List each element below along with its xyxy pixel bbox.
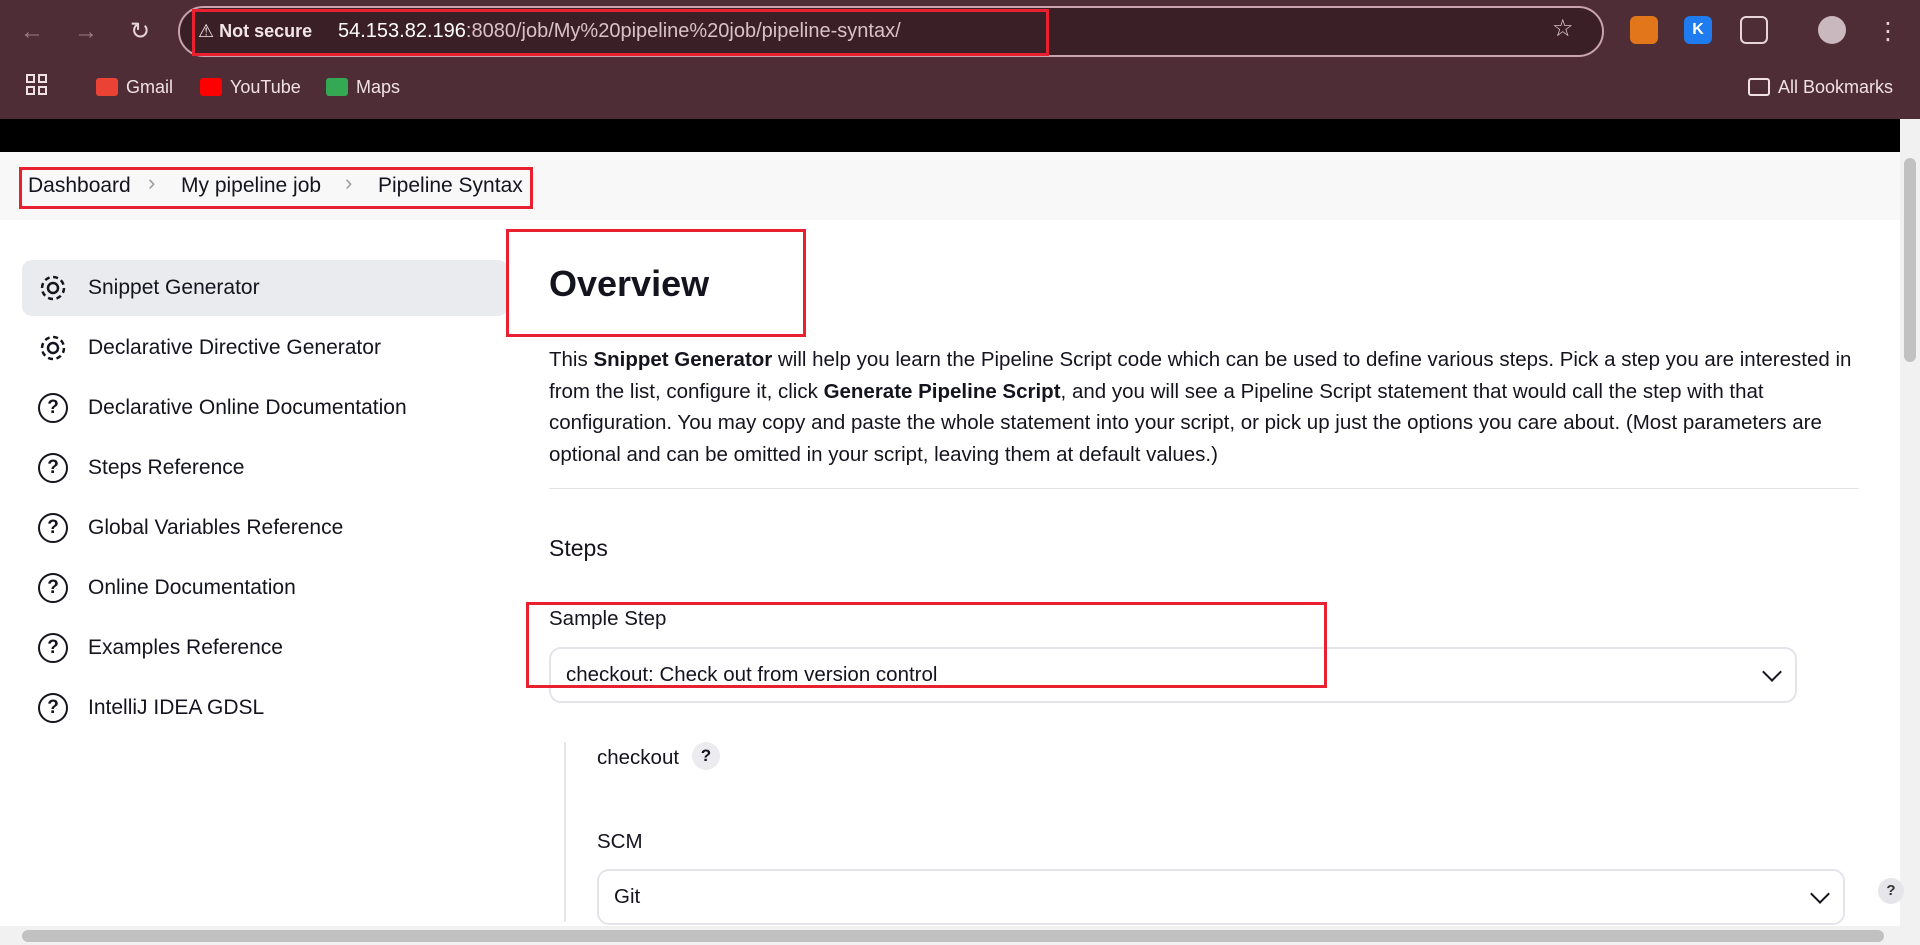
- floating-help-button[interactable]: ?: [1878, 878, 1904, 904]
- forward-icon[interactable]: →: [68, 14, 104, 50]
- checkout-help-button[interactable]: ?: [692, 742, 720, 770]
- sidebar-item-label: Declarative Directive Generator: [88, 336, 381, 359]
- sidebar-item-label: Global Variables Reference: [88, 516, 344, 539]
- help-circle-icon: ?: [38, 573, 68, 603]
- breadcrumb-highlight-box: [19, 167, 533, 209]
- chevron-down-icon: [1762, 662, 1782, 682]
- reload-icon[interactable]: ↻: [122, 14, 158, 50]
- divider: [549, 488, 1859, 489]
- help-circle-icon: ?: [38, 453, 68, 483]
- overview-description: This Snippet Generator will help you lea…: [549, 344, 1861, 470]
- gear-icon: [40, 335, 66, 361]
- scm-select[interactable]: Git: [597, 869, 1845, 925]
- apps-grid-icon[interactable]: [26, 74, 48, 100]
- sidebar-item-declarative-directive-generator[interactable]: Declarative Directive Generator: [22, 320, 508, 376]
- sidebar-item-label: IntelliJ IDEA GDSL: [88, 696, 265, 719]
- k-extension-icon[interactable]: K: [1684, 16, 1712, 44]
- youtube-icon: [200, 78, 222, 96]
- bookmark-star-icon[interactable]: ☆: [1552, 14, 1574, 43]
- sidebar-item-label: Steps Reference: [88, 456, 245, 479]
- bookmark-gmail[interactable]: Gmail: [96, 74, 173, 100]
- back-icon[interactable]: ←: [14, 14, 50, 50]
- horizontal-scrollbar-thumb[interactable]: [22, 930, 1884, 942]
- desc-text: This: [549, 348, 594, 371]
- nested-config-border: [564, 742, 566, 922]
- scm-value: Git: [614, 885, 641, 908]
- sidebar-item-label: Snippet Generator: [88, 276, 260, 299]
- sidebar-item-label: Online Documentation: [88, 576, 296, 599]
- bookmark-label: Maps: [356, 77, 401, 97]
- all-bookmarks[interactable]: All Bookmarks: [1748, 74, 1893, 100]
- sidebar-item-global-variables-reference[interactable]: ? Global Variables Reference: [22, 500, 508, 556]
- sidebar-item-label: Examples Reference: [88, 636, 283, 659]
- bookmark-maps[interactable]: Maps: [326, 74, 400, 100]
- all-bookmarks-label: All Bookmarks: [1778, 77, 1894, 97]
- desc-bold-snippet: Snippet Generator: [593, 348, 773, 371]
- title-highlight-box: [506, 229, 806, 337]
- chevron-down-icon: [1810, 884, 1830, 904]
- maps-icon: [326, 78, 348, 96]
- help-circle-icon: ?: [38, 393, 68, 423]
- help-circle-icon: ?: [38, 513, 68, 543]
- sample-step-highlight-box: [526, 602, 1327, 688]
- sidebar-item-label: Declarative Online Documentation: [88, 396, 407, 419]
- sidebar-item-snippet-generator[interactable]: Snippet Generator: [22, 260, 508, 316]
- scm-label: SCM: [597, 830, 643, 853]
- checkout-label: checkout: [597, 746, 680, 769]
- gear-icon: [40, 275, 66, 301]
- help-circle-icon: ?: [38, 633, 68, 663]
- bookmark-youtube[interactable]: YouTube: [200, 74, 301, 100]
- folder-icon: [1748, 78, 1770, 96]
- sidebar-item-steps-reference[interactable]: ? Steps Reference: [22, 440, 508, 496]
- url-highlight-box: [192, 9, 1049, 56]
- profile-avatar[interactable]: [1818, 16, 1846, 44]
- bookmark-label: YouTube: [230, 77, 301, 97]
- jenkins-header: [0, 119, 1900, 152]
- sidebar-item-examples-reference[interactable]: ? Examples Reference: [22, 620, 508, 676]
- gmail-icon: [96, 78, 118, 96]
- sidebar-item-intellij-idea-gdsl[interactable]: ? IntelliJ IDEA GDSL: [22, 680, 508, 736]
- bookmark-label: Gmail: [126, 77, 174, 97]
- sidebar-item-declarative-online-documentation[interactable]: ? Declarative Online Documentation: [22, 380, 508, 436]
- apps-grid-svg: [26, 74, 47, 95]
- vertical-scrollbar-thumb[interactable]: [1904, 158, 1916, 362]
- extensions-puzzle-icon[interactable]: [1740, 16, 1768, 44]
- desc-bold-generate: Generate Pipeline Script: [823, 379, 1061, 403]
- sidebar-item-online-documentation[interactable]: ? Online Documentation: [22, 560, 508, 616]
- help-circle-icon: ?: [38, 693, 68, 723]
- browser-menu-icon[interactable]: ⋮: [1870, 14, 1906, 50]
- metamask-extension-icon[interactable]: [1630, 16, 1658, 44]
- steps-heading: Steps: [549, 535, 608, 561]
